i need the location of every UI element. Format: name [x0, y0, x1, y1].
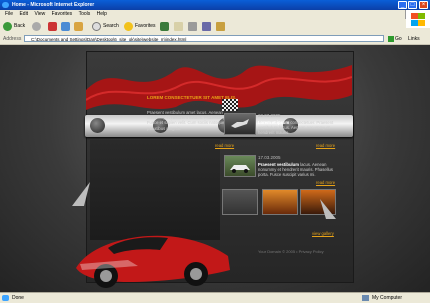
window-titlebar: Home - Microsoft Internet Explorer _ □ ×	[0, 0, 430, 10]
print-icon	[188, 22, 197, 31]
stop-button[interactable]	[48, 21, 57, 32]
close-button[interactable]: ×	[419, 1, 428, 9]
computer-zone-icon	[362, 295, 369, 301]
nav-home-icon[interactable]	[90, 118, 105, 133]
home-button[interactable]	[74, 21, 83, 32]
news-date-2: 17.03.2005	[258, 155, 281, 160]
back-arrow-icon	[3, 22, 12, 31]
site-footer: Your Domain © 2005 • Privacy Policy	[258, 249, 324, 254]
address-bar: Address C:\Documents and Settings\Dan\De…	[0, 34, 430, 45]
history-button[interactable]	[160, 21, 169, 32]
address-label: Address	[3, 36, 22, 42]
page-viewport: LOREM CONSECTETUER SIT AMET ELIS. Praese…	[0, 45, 430, 292]
refresh-icon	[61, 22, 70, 31]
menu-favorites[interactable]: Favorites	[52, 10, 73, 19]
search-button[interactable]: Search	[92, 21, 119, 32]
checkered-flag-icon	[222, 99, 238, 111]
toolbar: Back Search Favorites	[0, 19, 406, 35]
menu-help[interactable]: Help	[97, 10, 107, 19]
discuss-button[interactable]	[216, 21, 225, 32]
minimize-button[interactable]: _	[398, 1, 407, 9]
news-date-1: 22.03.2005	[258, 113, 281, 118]
favorites-label: Favorites	[135, 23, 156, 29]
mail-button[interactable]	[174, 21, 183, 32]
edit-button[interactable]	[202, 21, 211, 32]
status-bar: Done My Computer	[0, 292, 430, 303]
star-icon	[124, 22, 133, 31]
race-car-graphic	[76, 235, 230, 288]
print-button[interactable]	[188, 21, 197, 32]
links-button[interactable]: Links	[408, 34, 420, 44]
mustang-logo-icon	[231, 119, 249, 128]
back-label: Back	[14, 23, 26, 29]
stop-icon	[48, 22, 57, 31]
news-text-1: Lorem et ipsum consectetuer. Praesent ve…	[258, 120, 336, 136]
feature-text: Praesent vestibulum amet lacus. Aenean n…	[147, 110, 234, 131]
window-title: Home - Microsoft Internet Explorer	[12, 2, 95, 8]
back-button[interactable]: Back	[3, 21, 25, 32]
forward-arrow-icon	[32, 22, 41, 31]
menu-tools[interactable]: Tools	[79, 10, 91, 19]
menu-bar: File Edit View Favorites Tools Help	[0, 10, 430, 19]
metal-shard-graphic-right	[320, 199, 336, 219]
menu-edit[interactable]: Edit	[19, 10, 28, 19]
go-button[interactable]: Go	[388, 35, 402, 43]
forward-button[interactable]	[32, 21, 41, 32]
windows-logo-icon	[405, 10, 430, 28]
metal-shard-graphic	[72, 182, 90, 206]
go-label: Go	[395, 36, 402, 42]
ie-logo-icon	[2, 2, 9, 8]
view-gallery-link[interactable]: view gallery	[312, 231, 334, 236]
home-icon	[74, 22, 83, 31]
maximize-button[interactable]: □	[408, 1, 417, 9]
menu-file[interactable]: File	[5, 10, 13, 19]
feature-read-more-link[interactable]: read more	[215, 143, 234, 148]
mail-icon	[174, 22, 183, 31]
edit-icon	[202, 22, 211, 31]
news-thumb-1	[224, 113, 256, 135]
news-thumb-2	[224, 155, 256, 177]
search-label: Search	[103, 23, 119, 29]
page-icon	[2, 295, 9, 301]
news-text-2: Praesent vestibulum lacus. Aenean nonumm…	[258, 162, 336, 178]
history-icon	[160, 22, 169, 31]
discuss-icon	[216, 22, 225, 31]
refresh-button[interactable]	[61, 21, 70, 32]
news-read-more-link-2[interactable]: read more	[316, 180, 335, 185]
gallery-thumb-2[interactable]	[262, 189, 298, 215]
address-input[interactable]: C:\Documents and Settings\Dan\Desktop\6_…	[24, 35, 384, 42]
favorites-button[interactable]: Favorites	[124, 21, 156, 32]
search-icon	[92, 22, 101, 31]
car-photo-icon	[230, 165, 250, 173]
menu-view[interactable]: View	[34, 10, 45, 19]
go-arrow-icon	[388, 35, 394, 42]
news-read-more-link-1[interactable]: read more	[316, 143, 335, 148]
flame-graphic-top	[86, 65, 352, 110]
